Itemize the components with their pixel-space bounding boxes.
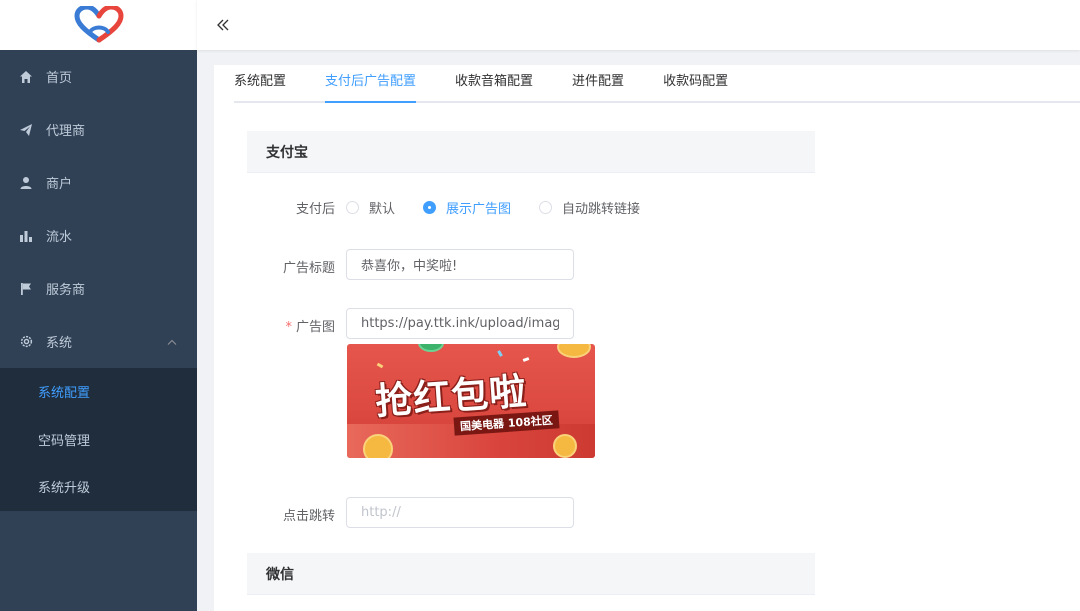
- sidebar-item-flow[interactable]: 流水: [0, 209, 197, 262]
- tab-system-config[interactable]: 系统配置: [234, 63, 286, 101]
- tab-qrcode-config[interactable]: 收款码配置: [663, 63, 728, 101]
- radio-label: 自动跳转链接: [562, 202, 641, 217]
- sidebar-item-label: 流水: [46, 230, 73, 245]
- sidebar-item-label: 首页: [46, 71, 73, 86]
- top-navbar: [197, 0, 1080, 50]
- coin-decoration: [557, 344, 591, 358]
- sidebar-item-merchant[interactable]: 商户: [0, 156, 197, 209]
- radio-circle: [539, 201, 553, 214]
- sidebar-item-home[interactable]: 首页: [0, 50, 197, 103]
- sidebar: 首页 代理商 商户 流水 服务商 系统 系统配置 空码管理 系统升级: [0, 0, 197, 611]
- radio-label: 默认: [369, 202, 396, 217]
- radio-circle: [346, 201, 359, 214]
- sidebar-item-agent[interactable]: 代理商: [0, 103, 197, 156]
- ad-image-url-input[interactable]: [346, 308, 574, 339]
- alipay-section-header: 支付宝: [247, 131, 815, 173]
- radio-auto-redirect[interactable]: 自动跳转链接: [539, 198, 640, 217]
- bar-chart-icon: [18, 228, 34, 244]
- main-content: 系统配置 支付后广告配置 收款音箱配置 进件配置 收款码配置 支付宝 支付后 默…: [214, 65, 1080, 611]
- coin-decoration: [363, 434, 393, 458]
- collapse-sidebar-icon[interactable]: [215, 17, 231, 33]
- radio-show-ad-image[interactable]: 展示广告图: [423, 198, 511, 217]
- gear-icon: [18, 334, 34, 350]
- system-submenu: 系统配置 空码管理 系统升级: [0, 368, 197, 511]
- home-icon: [18, 69, 34, 85]
- sidebar-item-label: 系统: [46, 336, 73, 351]
- sidebar-item-label: 商户: [46, 177, 73, 192]
- tab-onboarding-config[interactable]: 进件配置: [572, 63, 624, 101]
- sidebar-subitem-system-config[interactable]: 系统配置: [0, 368, 197, 416]
- sidebar-subitem-system-upgrade[interactable]: 系统升级: [0, 463, 197, 511]
- confetti-decoration: [497, 350, 503, 357]
- confetti-decoration: [376, 362, 384, 369]
- sidebar-item-label: 代理商: [46, 124, 86, 139]
- coin-decoration: [553, 434, 577, 458]
- ad-title-label: 广告标题: [282, 261, 335, 276]
- sidebar-item-label: 服务商: [46, 283, 86, 298]
- tab-after-pay-ad-config[interactable]: 支付后广告配置: [325, 63, 417, 103]
- click-jump-input[interactable]: [346, 497, 574, 528]
- ad-image-preview[interactable]: 抢红包啦 国美电器 108社区: [347, 344, 595, 458]
- ad-image-label: 广告图: [295, 320, 335, 335]
- config-tabs: 系统配置 支付后广告配置 收款音箱配置 进件配置 收款码配置: [234, 65, 1080, 103]
- after-pay-radio-group: 默认 展示广告图 自动跳转链接: [346, 198, 668, 217]
- required-asterisk: *: [285, 320, 292, 335]
- logo-icon: [73, 6, 124, 43]
- logo-area: [0, 0, 197, 50]
- flag-icon: [18, 281, 34, 297]
- sidebar-item-provider[interactable]: 服务商: [0, 262, 197, 315]
- radio-default[interactable]: 默认: [346, 198, 395, 217]
- sidebar-item-system[interactable]: 系统: [0, 315, 197, 368]
- click-jump-label: 点击跳转: [282, 509, 335, 524]
- ad-image-label-row: * 广告图: [214, 316, 335, 335]
- chevron-up-icon: [167, 334, 177, 349]
- user-icon: [18, 175, 34, 191]
- radio-circle: [423, 201, 437, 214]
- radio-label: 展示广告图: [446, 202, 512, 217]
- tab-speaker-config[interactable]: 收款音箱配置: [455, 63, 533, 101]
- sidebar-subitem-empty-code[interactable]: 空码管理: [0, 416, 197, 464]
- after-pay-label: 支付后: [295, 202, 335, 217]
- ad-title-input[interactable]: [346, 249, 574, 280]
- paper-plane-icon: [18, 122, 34, 138]
- wechat-section-header: 微信: [247, 553, 815, 595]
- coin-decoration: [418, 344, 444, 352]
